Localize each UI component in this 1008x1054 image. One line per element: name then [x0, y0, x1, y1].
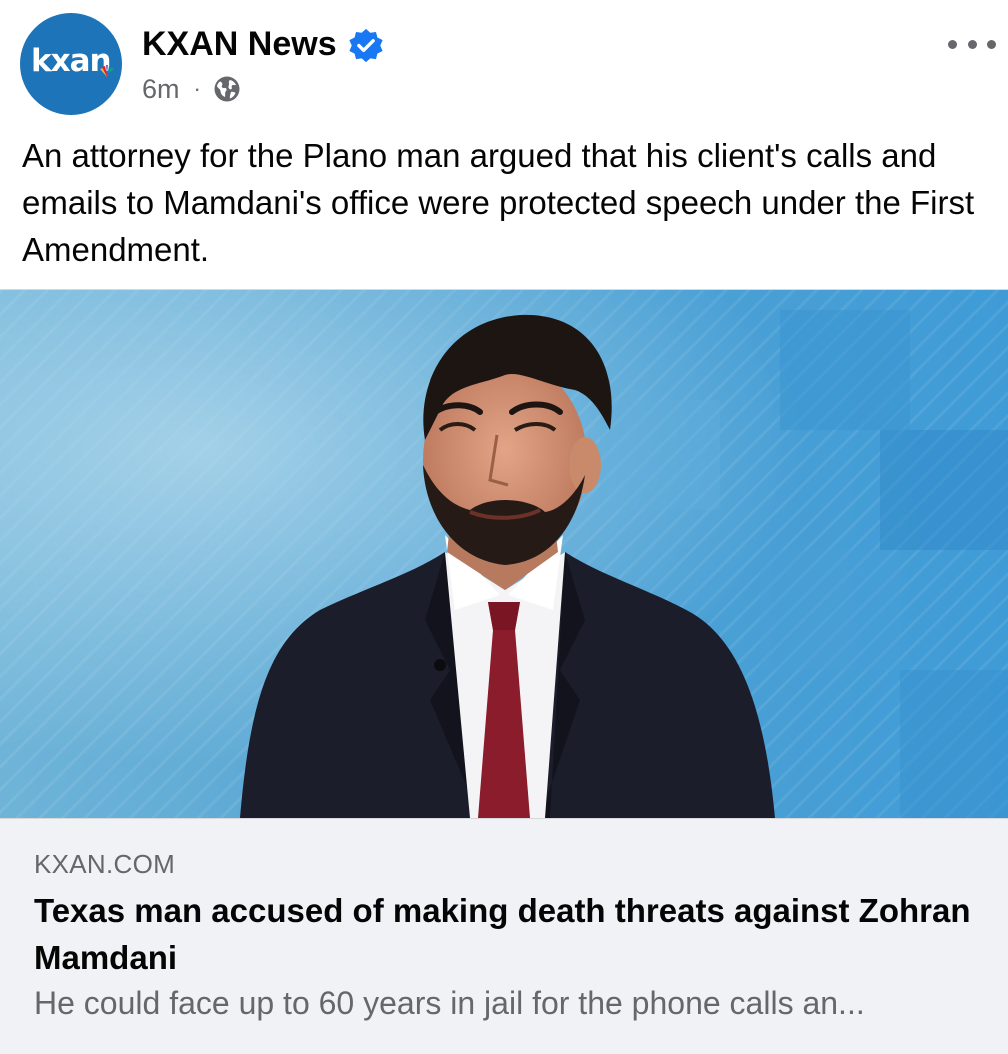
more-options-button[interactable] — [948, 30, 996, 58]
more-options-dot — [967, 39, 977, 49]
globe-icon — [214, 76, 240, 102]
link-preview-image[interactable] — [0, 289, 1008, 819]
meta-separator: · — [193, 76, 201, 101]
facebook-post: kxan KXAN News 6m · An attorney for the … — [0, 0, 1008, 1054]
peacock-logo-icon — [100, 65, 114, 77]
verified-badge-icon — [349, 28, 383, 63]
link-domain: KXAN.COM — [34, 849, 176, 879]
more-options-dot — [948, 39, 957, 49]
link-preview[interactable]: KXAN.COM Texas man accused of making dea… — [0, 819, 1008, 1054]
link-title[interactable]: Texas man accused of making death threat… — [34, 887, 974, 981]
post-caption: An attorney for the Plano man argued tha… — [22, 137, 975, 268]
more-options-dot — [987, 39, 996, 49]
page-name[interactable]: KXAN News — [142, 25, 337, 64]
news-photo — [0, 290, 1008, 818]
link-description: He could face up to 60 years in jail for… — [34, 985, 865, 1021]
page-avatar[interactable]: kxan — [20, 13, 122, 115]
post-meta: 6m · — [142, 72, 241, 106]
post-header: kxan KXAN News 6m · — [0, 0, 1008, 125]
post-timestamp[interactable]: 6m — [142, 74, 180, 105]
